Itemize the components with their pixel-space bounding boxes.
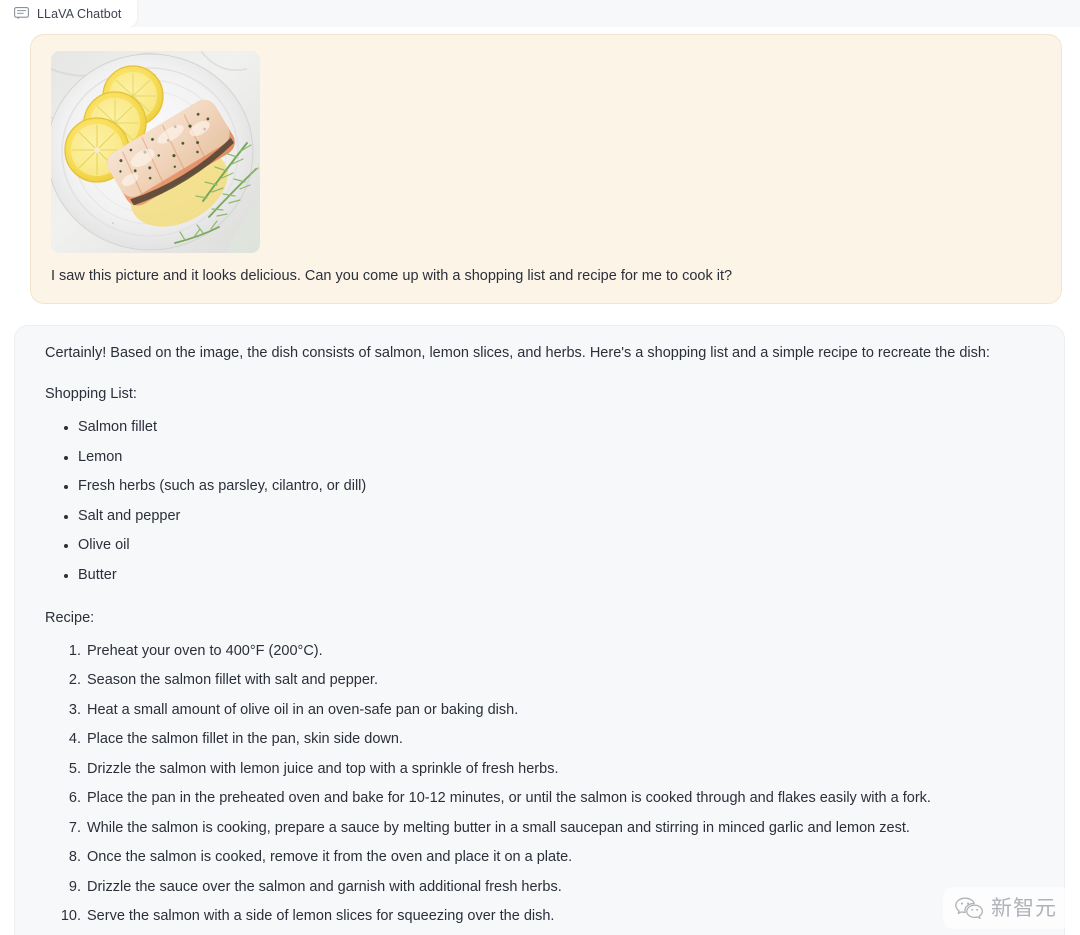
list-item: Place the salmon fillet in the pan, skin… <box>85 729 1044 750</box>
shopping-list-heading: Shopping List: <box>45 386 137 403</box>
tab-strip: LLaVA Chatbot <box>0 0 1080 27</box>
list-item: Preheat your oven to 400°F (200°C). <box>85 641 1044 662</box>
watermark-text: 新智元 <box>991 896 1057 920</box>
assistant-intro-text: Certainly! Based on the image, the dish … <box>45 345 990 361</box>
list-item: Lemon <box>78 447 1044 468</box>
list-item: Butter <box>78 565 1044 586</box>
list-item: Once the salmon is cooked, remove it fro… <box>85 847 1044 868</box>
list-item: Drizzle the salmon with lemon juice and … <box>85 759 1044 780</box>
list-item: Salt and pepper <box>78 506 1044 527</box>
list-item: Olive oil <box>78 535 1044 556</box>
tab-label: LLaVA Chatbot <box>37 6 122 21</box>
user-message-text: I saw this picture and it looks deliciou… <box>51 268 733 284</box>
list-item: Heat a small amount of olive oil in an o… <box>85 700 1044 721</box>
list-item: Serve the salmon with a side of lemon sl… <box>85 906 1044 927</box>
watermark: 新智元 <box>943 887 1070 929</box>
user-message-bubble: I saw this picture and it looks deliciou… <box>30 34 1062 305</box>
recipe-steps-list: Preheat your oven to 400°F (200°C). Seas… <box>45 641 1044 928</box>
chat-transcript: I saw this picture and it looks deliciou… <box>0 27 1080 935</box>
shopping-list: Salmon fillet Lemon Fresh herbs (such as… <box>45 417 1044 586</box>
list-item: Salmon fillet <box>78 417 1044 438</box>
assistant-message-bubble: Certainly! Based on the image, the dish … <box>14 325 1065 935</box>
list-item: Drizzle the sauce over the salmon and ga… <box>85 877 1044 898</box>
app-window: LLaVA Chatbot I saw this picture and it … <box>0 0 1080 935</box>
wechat-icon <box>954 896 984 920</box>
tab-llava-chatbot[interactable]: LLaVA Chatbot <box>0 0 138 27</box>
list-item: While the salmon is cooking, prepare a s… <box>85 818 1044 839</box>
list-item: Season the salmon fillet with salt and p… <box>85 670 1044 691</box>
list-item: Fresh herbs (such as parsley, cilantro, … <box>78 476 1044 497</box>
salmon-dish-photo[interactable] <box>51 51 260 253</box>
recipe-heading: Recipe: <box>45 609 95 626</box>
list-item: Place the pan in the preheated oven and … <box>85 788 1044 809</box>
chat-bubble-icon <box>14 7 29 20</box>
